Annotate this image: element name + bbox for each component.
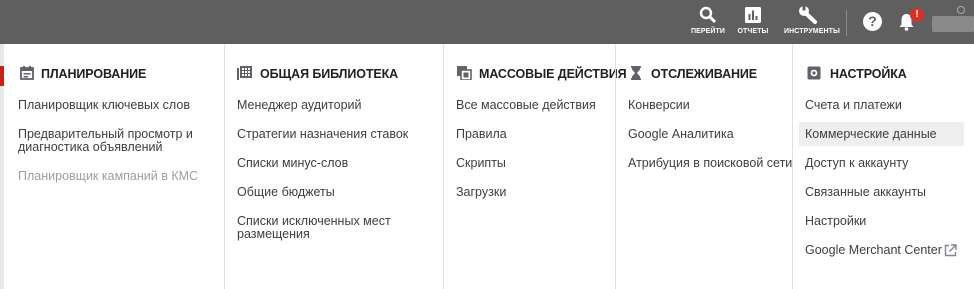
go-button[interactable]: ПЕРЕЙТИ: [684, 6, 732, 35]
reports-label: ОТЧЕТЫ: [737, 28, 769, 35]
menu-item-billing[interactable]: Счета и платежи: [805, 99, 902, 112]
calendar-icon: [20, 66, 34, 80]
menu-column-bulk-actions: МАССОВЫЕ ДЕЙСТВИЯ Все массовые действия …: [443, 44, 627, 289]
hourglass-icon: [631, 66, 641, 80]
menu-item-audience-manager[interactable]: Менеджер аудиторий: [237, 99, 362, 112]
top-toolbar: ПЕРЕЙТИ ОТЧЕТЫ ИНСТРУМЕНТЫ ? !: [0, 0, 974, 44]
account-status-icon: [957, 6, 965, 14]
menu-item-business-data[interactable]: Коммерческие данные: [805, 128, 937, 141]
menu-item-rules[interactable]: Правила: [456, 128, 507, 141]
bar-chart-icon: [745, 7, 761, 23]
section-title: НАСТРОЙКА: [830, 67, 907, 81]
menu-item-search-attribution[interactable]: Атрибуция в поисковой сети: [628, 157, 792, 170]
tools-label: ИНСТРУМЕНТЫ: [784, 28, 840, 35]
account-name[interactable]: [932, 16, 974, 32]
notification-badge: !: [910, 8, 924, 22]
section-header-bulk-actions: МАССОВЫЕ ДЕЙСТВИЯ: [444, 66, 627, 82]
menu-item-conversions[interactable]: Конверсии: [628, 99, 690, 112]
menu-item-ad-preview-line2[interactable]: диагностика объявлений: [18, 141, 163, 154]
menu-item-merchant-center[interactable]: Google Merchant Center: [805, 244, 942, 257]
menu-item-keyword-planner[interactable]: Планировщик ключевых слов: [18, 99, 190, 112]
external-link-icon[interactable]: [944, 244, 957, 257]
menu-item-linked-accounts[interactable]: Связанные аккаунты: [805, 186, 926, 199]
menu-column-planning: ПЛАНИРОВАНИЕ Планировщик ключевых слов П…: [4, 44, 224, 289]
menu-item-placement-exclusions-line2[interactable]: размещения: [237, 228, 310, 241]
section-title: ОТСЛЕЖИВАНИЕ: [651, 67, 758, 81]
menu-item-display-planner: Планировщик кампаний в КМС: [18, 169, 199, 183]
reports-button[interactable]: ОТЧЕТЫ: [729, 6, 777, 35]
section-title: ПЛАНИРОВАНИЕ: [41, 67, 147, 81]
menu-item-scripts[interactable]: Скрипты: [456, 157, 506, 170]
menu-item-google-analytics[interactable]: Google Аналитика: [628, 128, 734, 141]
tools-button[interactable]: ИНСТРУМЕНТЫ: [784, 6, 840, 35]
tools-menu-panel: ПЛАНИРОВАНИЕ Планировщик ключевых слов П…: [4, 44, 974, 289]
library-grid-icon: [237, 66, 252, 80]
menu-item-uploads[interactable]: Загрузки: [456, 186, 506, 199]
menu-item-settings[interactable]: Настройки: [805, 215, 866, 228]
menu-column-tracking: ОТСЛЕЖИВАНИЕ Конверсии Google Аналитика …: [615, 44, 793, 289]
search-icon: [699, 6, 717, 24]
menu-item-shared-budgets[interactable]: Общие бюджеты: [237, 186, 335, 199]
help-icon[interactable]: ?: [863, 12, 882, 31]
section-header-planning: ПЛАНИРОВАНИЕ: [4, 66, 224, 82]
menu-column-shared-library: ОБЩАЯ БИБЛИОТЕКА Менеджер аудиторий Стра…: [224, 44, 444, 289]
toolbar-divider: [846, 10, 847, 36]
menu-item-bid-strategies[interactable]: Стратегии назначения ставок: [237, 128, 408, 141]
menu-item-negative-keyword-lists[interactable]: Списки минус-слов: [237, 157, 348, 170]
menu-item-all-bulk-actions[interactable]: Все массовые действия: [456, 99, 596, 112]
section-title: ОБЩАЯ БИБЛИОТЕКА: [260, 67, 399, 81]
wrench-icon: [799, 6, 817, 24]
menu-item-account-access[interactable]: Доступ к аккаунту: [805, 157, 908, 170]
section-title: МАССОВЫЕ ДЕЙСТВИЯ: [479, 67, 627, 81]
menu-column-setup: НАСТРОЙКА Счета и платежи Коммерческие д…: [792, 44, 974, 289]
section-header-shared-library: ОБЩАЯ БИБЛИОТЕКА: [225, 66, 444, 82]
copy-stack-icon: [457, 66, 472, 80]
go-label: ПЕРЕЙТИ: [690, 28, 726, 35]
section-header-tracking: ОТСЛЕЖИВАНИЕ: [616, 66, 793, 82]
gear-box-icon: [807, 66, 821, 80]
section-header-setup: НАСТРОЙКА: [793, 66, 974, 82]
